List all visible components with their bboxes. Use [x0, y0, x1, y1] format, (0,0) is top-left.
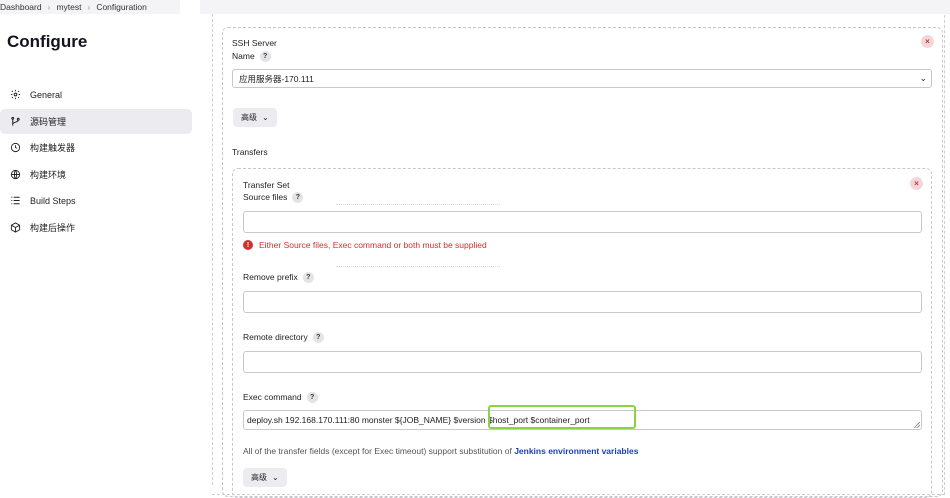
- transfers-heading: Transfers: [232, 147, 268, 157]
- help-icon[interactable]: ?: [312, 332, 324, 344]
- globe-icon: [9, 168, 21, 180]
- chevron-down-icon: ⌄: [272, 473, 279, 482]
- top-strip: [200, 0, 950, 14]
- gear-icon: [9, 89, 21, 101]
- breadcrumb-job[interactable]: mytest: [56, 2, 81, 12]
- ssh-advanced-button[interactable]: 高级 ⌄: [233, 108, 277, 127]
- sidebar-item-label: Build Steps: [30, 195, 76, 206]
- help-icon[interactable]: ?: [306, 392, 318, 404]
- sidebar-item-post-build[interactable]: 构建后操作: [0, 215, 192, 240]
- close-transfer-set-button[interactable]: ×: [910, 177, 923, 190]
- branch-icon: [9, 115, 21, 127]
- sidebar-item-label: 构建环境: [30, 169, 67, 180]
- help-icon[interactable]: ?: [259, 51, 271, 63]
- source-files-label: Source files?: [243, 192, 304, 204]
- resize-handle-icon[interactable]: [914, 422, 920, 428]
- jenkins-env-vars-link[interactable]: Jenkins environment variables: [514, 446, 638, 456]
- exec-command-label: Exec command?: [243, 392, 318, 404]
- sidebar-item-build-environment[interactable]: 构建环境: [0, 162, 192, 187]
- advanced-label: 高级: [241, 113, 257, 122]
- ssh-server-label: SSH Server: [232, 38, 277, 48]
- breadcrumb-separator: ›: [47, 2, 51, 12]
- remove-prefix-input[interactable]: [243, 291, 922, 313]
- remote-directory-text: Remote directory: [243, 332, 308, 342]
- close-ssh-server-button[interactable]: ×: [921, 35, 934, 48]
- ssh-name-label: Name?: [232, 51, 271, 63]
- ssh-name-text: Name: [232, 51, 255, 61]
- help-icon[interactable]: ?: [302, 272, 314, 284]
- transfer-set-label: Transfer Set: [243, 180, 290, 190]
- error-icon: !: [243, 240, 253, 250]
- substitution-note: All of the transfer fields (except for E…: [243, 446, 638, 456]
- sidebar-nav: General 源码管理 构建触发器 构建环境 Build Steps 构建后操…: [0, 82, 192, 241]
- remote-directory-input[interactable]: [243, 351, 922, 373]
- source-files-input[interactable]: [243, 211, 922, 233]
- source-files-text: Source files: [243, 192, 288, 202]
- remove-prefix-text: Remove prefix: [243, 272, 298, 282]
- list-icon: [9, 195, 21, 207]
- divider: [336, 266, 500, 267]
- divider: [336, 204, 500, 205]
- page-title: Configure: [7, 32, 88, 51]
- sidebar-item-scm[interactable]: 源码管理: [0, 108, 192, 134]
- error-text: Either Source files, Exec command or bot…: [259, 240, 487, 250]
- cube-icon: [9, 221, 21, 233]
- breadcrumb-separator: ›: [87, 2, 91, 12]
- chevron-down-icon: ⌄: [262, 113, 269, 122]
- breadcrumb-configuration[interactable]: Configuration: [96, 2, 147, 12]
- note-text: All of the transfer fields (except for E…: [243, 446, 515, 456]
- advanced-label: 高级: [251, 473, 267, 482]
- transfer-advanced-button[interactable]: 高级 ⌄: [243, 468, 287, 487]
- sidebar-item-build-triggers[interactable]: 构建触发器: [0, 135, 192, 160]
- breadcrumb: Dashboard › mytest › Configuration: [0, 0, 180, 14]
- sidebar: Configure General 源码管理 构建触发器 构建环境 Build …: [0, 14, 200, 485]
- remove-prefix-label: Remove prefix?: [243, 272, 314, 284]
- ssh-server-select[interactable]: 应用服务器-170.111 ⌄: [232, 69, 932, 88]
- sidebar-item-build-steps[interactable]: Build Steps: [0, 188, 192, 213]
- exec-command-text: Exec command: [243, 392, 302, 402]
- sidebar-item-label: 构建触发器: [30, 143, 76, 153]
- annotation-highlight: [488, 405, 636, 429]
- help-icon[interactable]: ?: [292, 192, 304, 204]
- sidebar-item-label: 构建后操作: [30, 222, 76, 233]
- sidebar-item-general[interactable]: General: [0, 82, 192, 107]
- remote-directory-label: Remote directory?: [243, 332, 324, 344]
- breadcrumb-dashboard[interactable]: Dashboard: [0, 2, 42, 12]
- sidebar-item-label: 源码管理: [30, 116, 67, 127]
- chevron-down-icon: ⌄: [919, 73, 927, 83]
- clock-icon: [9, 142, 21, 154]
- ssh-server-selected: 应用服务器-170.111: [239, 73, 314, 84]
- validation-error: ! Either Source files, Exec command or b…: [243, 240, 487, 250]
- sidebar-item-label: General: [30, 89, 63, 100]
